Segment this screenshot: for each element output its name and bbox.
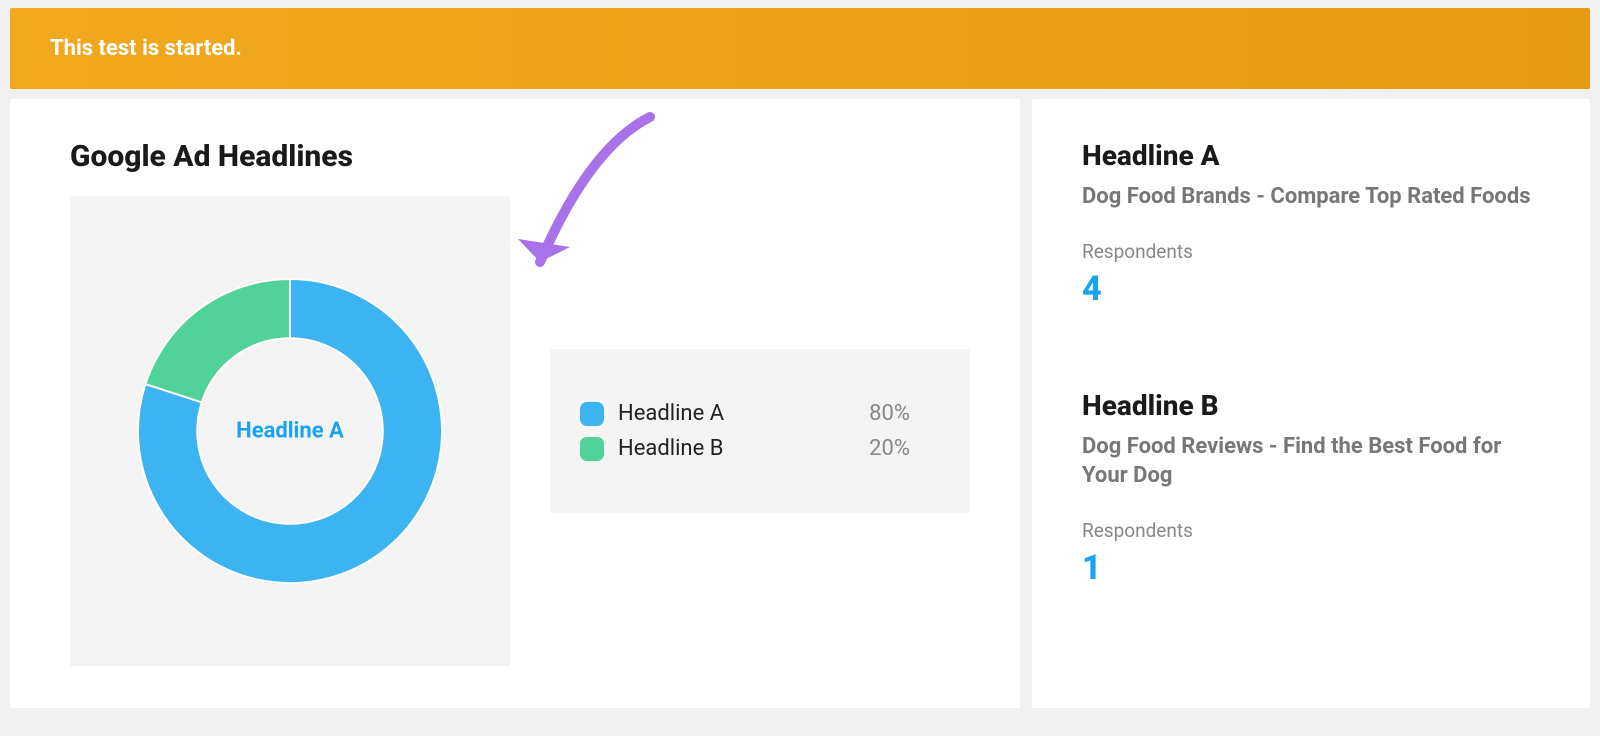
chart-legend: Headline A 80% Headline B 20%: [550, 349, 970, 513]
legend-pct-b: 20%: [869, 436, 910, 461]
chart-row: Headline A Headline A 80% Headline B 20%: [70, 196, 970, 666]
headline-a-subtitle: Dog Food Brands - Compare Top Rated Food…: [1082, 182, 1540, 212]
results-card: Google Ad Headlines Headline A Headline …: [10, 99, 1020, 708]
content-wrap: Google Ad Headlines Headline A Headline …: [10, 99, 1590, 708]
headline-a-respondents-value: 4: [1082, 269, 1540, 309]
donut-chart: Headline A: [130, 271, 450, 591]
headline-a-title: Headline A: [1082, 139, 1540, 172]
donut-center-label: Headline A: [236, 419, 344, 444]
headline-details-card: Headline A Dog Food Brands - Compare Top…: [1032, 99, 1590, 708]
headline-b-respondents-value: 1: [1082, 548, 1540, 588]
legend-swatch-b: [580, 437, 604, 461]
legend-item-a: Headline A 80%: [580, 401, 910, 426]
headline-block-a: Headline A Dog Food Brands - Compare Top…: [1082, 139, 1540, 309]
legend-item-b: Headline B 20%: [580, 436, 910, 461]
headline-a-respondents-label: Respondents: [1082, 240, 1540, 263]
legend-swatch-a: [580, 402, 604, 426]
legend-pct-a: 80%: [869, 401, 910, 426]
section-title: Google Ad Headlines: [70, 139, 970, 174]
headline-b-respondents-label: Respondents: [1082, 519, 1540, 542]
donut-chart-box: Headline A: [70, 196, 510, 666]
status-banner: This test is started.: [10, 8, 1590, 89]
headline-block-b: Headline B Dog Food Reviews - Find the B…: [1082, 389, 1540, 588]
donut-slice: [145, 279, 290, 402]
headline-b-title: Headline B: [1082, 389, 1540, 422]
legend-label-a: Headline A: [618, 401, 855, 426]
legend-label-b: Headline B: [618, 436, 855, 461]
status-banner-text: This test is started.: [50, 36, 242, 61]
headline-b-subtitle: Dog Food Reviews - Find the Best Food fo…: [1082, 432, 1540, 491]
